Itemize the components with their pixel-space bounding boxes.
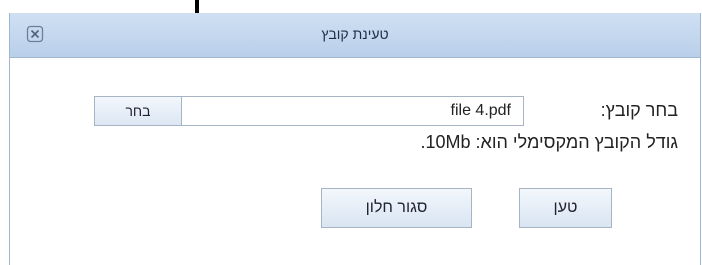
max-size-text: גודל הקובץ המקסימלי הוא: 10Mb. <box>420 132 678 152</box>
close-window-button[interactable]: סגור חלון <box>321 188 472 228</box>
file-load-dialog: טעינת קובץ בחר קובץ: בחר גודל הקובץ המקס… <box>9 13 701 265</box>
dialog-title: טעינת קובץ <box>321 26 389 42</box>
screen: טעינת קובץ בחר קובץ: בחר גודל הקובץ המקס… <box>0 0 702 265</box>
load-button[interactable]: טען <box>519 188 612 228</box>
dialog-titlebar: טעינת קובץ <box>10 13 700 58</box>
file-label: בחר קובץ: <box>600 100 678 120</box>
browse-button[interactable]: בחר <box>94 96 182 126</box>
dialog-content: בחר קובץ: בחר גודל הקובץ המקסימלי הוא: 1… <box>10 58 700 265</box>
file-path-input[interactable] <box>181 96 524 126</box>
